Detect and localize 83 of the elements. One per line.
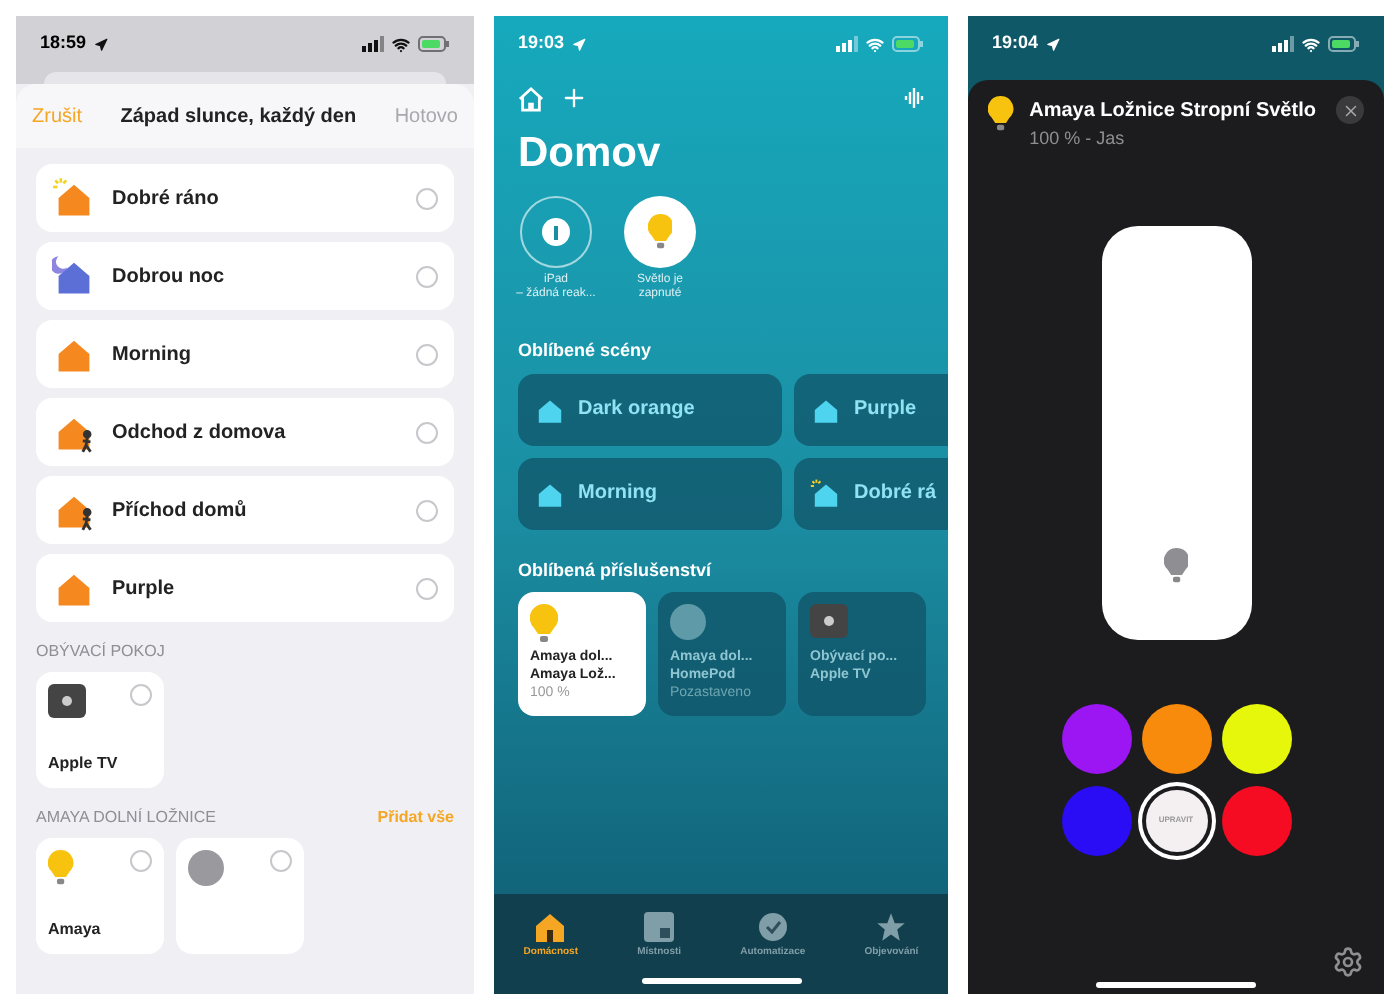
scene-house-icon xyxy=(810,477,842,509)
alert-status-button[interactable] xyxy=(520,196,592,268)
add-icon[interactable] xyxy=(560,84,588,112)
scene-name: Dobré rá xyxy=(854,480,937,508)
scene-name: Purple xyxy=(854,396,917,424)
scene-row[interactable]: Dobrou noc xyxy=(36,242,454,310)
speaker-icon xyxy=(670,604,706,640)
house-icon xyxy=(534,911,567,942)
section-header: OBÝVACÍ POKOJ xyxy=(36,640,165,664)
light-bulb-icon xyxy=(48,850,74,886)
scene-name: Dobré ráno xyxy=(112,185,221,213)
rooms-icon xyxy=(644,911,675,942)
scene-row[interactable]: Morning xyxy=(36,320,454,388)
settings-icon[interactable] xyxy=(1332,946,1364,978)
device-name: Apple TV xyxy=(48,752,120,776)
scene-row[interactable]: Odchod z domova xyxy=(36,398,454,466)
status-time: 19:03 xyxy=(518,30,565,57)
scene-name: Morning xyxy=(578,480,657,508)
color-swatch[interactable] xyxy=(1221,703,1291,773)
light-name: Amaya Ložnice Stropní Světlo xyxy=(1029,98,1318,126)
device-tile[interactable] xyxy=(176,838,304,954)
status-time: 18:59 xyxy=(40,30,87,57)
device-tile[interactable]: Apple TV xyxy=(36,672,164,788)
radio-button[interactable] xyxy=(416,187,438,209)
location-icon xyxy=(1046,37,1061,51)
light-status: 100 % - Jas xyxy=(1029,126,1127,152)
light-bulb-icon xyxy=(1163,547,1189,583)
waveform-icon[interactable] xyxy=(904,88,924,108)
scene-tile[interactable]: Dobré rá xyxy=(794,457,948,529)
location-icon xyxy=(94,37,109,51)
signal-icon xyxy=(1272,36,1294,52)
scene-name: Dark orange xyxy=(578,396,695,424)
radio-button[interactable] xyxy=(270,850,292,872)
scene-tile[interactable]: Morning xyxy=(518,457,782,529)
battery-icon xyxy=(1328,36,1360,52)
scene-name: Příchod domů xyxy=(112,497,249,525)
scene-name: Purple xyxy=(112,575,177,603)
section-header: AMAYA DOLNÍ LOŽNICE xyxy=(36,806,216,830)
radio-button[interactable] xyxy=(416,265,438,287)
close-button[interactable] xyxy=(1336,96,1364,124)
battery-icon xyxy=(892,36,924,52)
tv-icon xyxy=(48,684,86,718)
light-status-button[interactable] xyxy=(624,196,696,268)
device-tile[interactable]: Amaya xyxy=(36,838,164,954)
scene-name: Odchod z domova xyxy=(112,419,288,447)
signal-icon xyxy=(836,36,858,52)
scene-row[interactable]: Purple xyxy=(36,554,454,622)
wifi-icon xyxy=(1302,35,1320,53)
sheet-title: Západ slunce, každý den xyxy=(120,103,357,131)
color-swatch[interactable] xyxy=(1221,785,1291,855)
section-title: Oblíbené scény xyxy=(516,338,654,364)
radio-button[interactable] xyxy=(130,684,152,706)
light-bulb-icon xyxy=(647,214,673,250)
radio-button[interactable] xyxy=(130,850,152,872)
radio-button[interactable] xyxy=(416,499,438,521)
scene-name: Dobrou noc xyxy=(112,263,227,291)
star-icon xyxy=(876,911,907,942)
status-time: 19:04 xyxy=(992,30,1039,57)
color-swatch[interactable] xyxy=(1141,703,1211,773)
battery-icon xyxy=(418,36,450,52)
scene-row[interactable]: Dobré ráno xyxy=(36,164,454,232)
color-swatch[interactable] xyxy=(1061,703,1131,773)
home-icon[interactable] xyxy=(518,85,544,111)
radio-button[interactable] xyxy=(416,343,438,365)
location-icon xyxy=(572,37,587,51)
radio-button[interactable] xyxy=(416,577,438,599)
tv-icon xyxy=(810,604,848,638)
device-name: Amaya xyxy=(48,918,103,942)
scene-row[interactable]: Příchod domů xyxy=(36,476,454,544)
wifi-icon xyxy=(866,35,884,53)
scene-name: Morning xyxy=(112,341,193,369)
speaker-icon xyxy=(188,850,224,886)
wifi-icon xyxy=(392,35,410,53)
signal-icon xyxy=(362,36,384,52)
home-title: Domov xyxy=(516,128,663,180)
color-swatch[interactable] xyxy=(1061,785,1131,855)
light-bulb-icon xyxy=(988,96,1014,132)
radio-button[interactable] xyxy=(416,421,438,443)
section-title: Oblíbená příslušenství xyxy=(516,557,714,584)
light-bulb-icon xyxy=(530,604,558,644)
close-icon xyxy=(1341,101,1359,119)
scene-tile[interactable]: Dark orange xyxy=(518,373,782,445)
scene-tile[interactable]: Purple xyxy=(794,373,948,445)
